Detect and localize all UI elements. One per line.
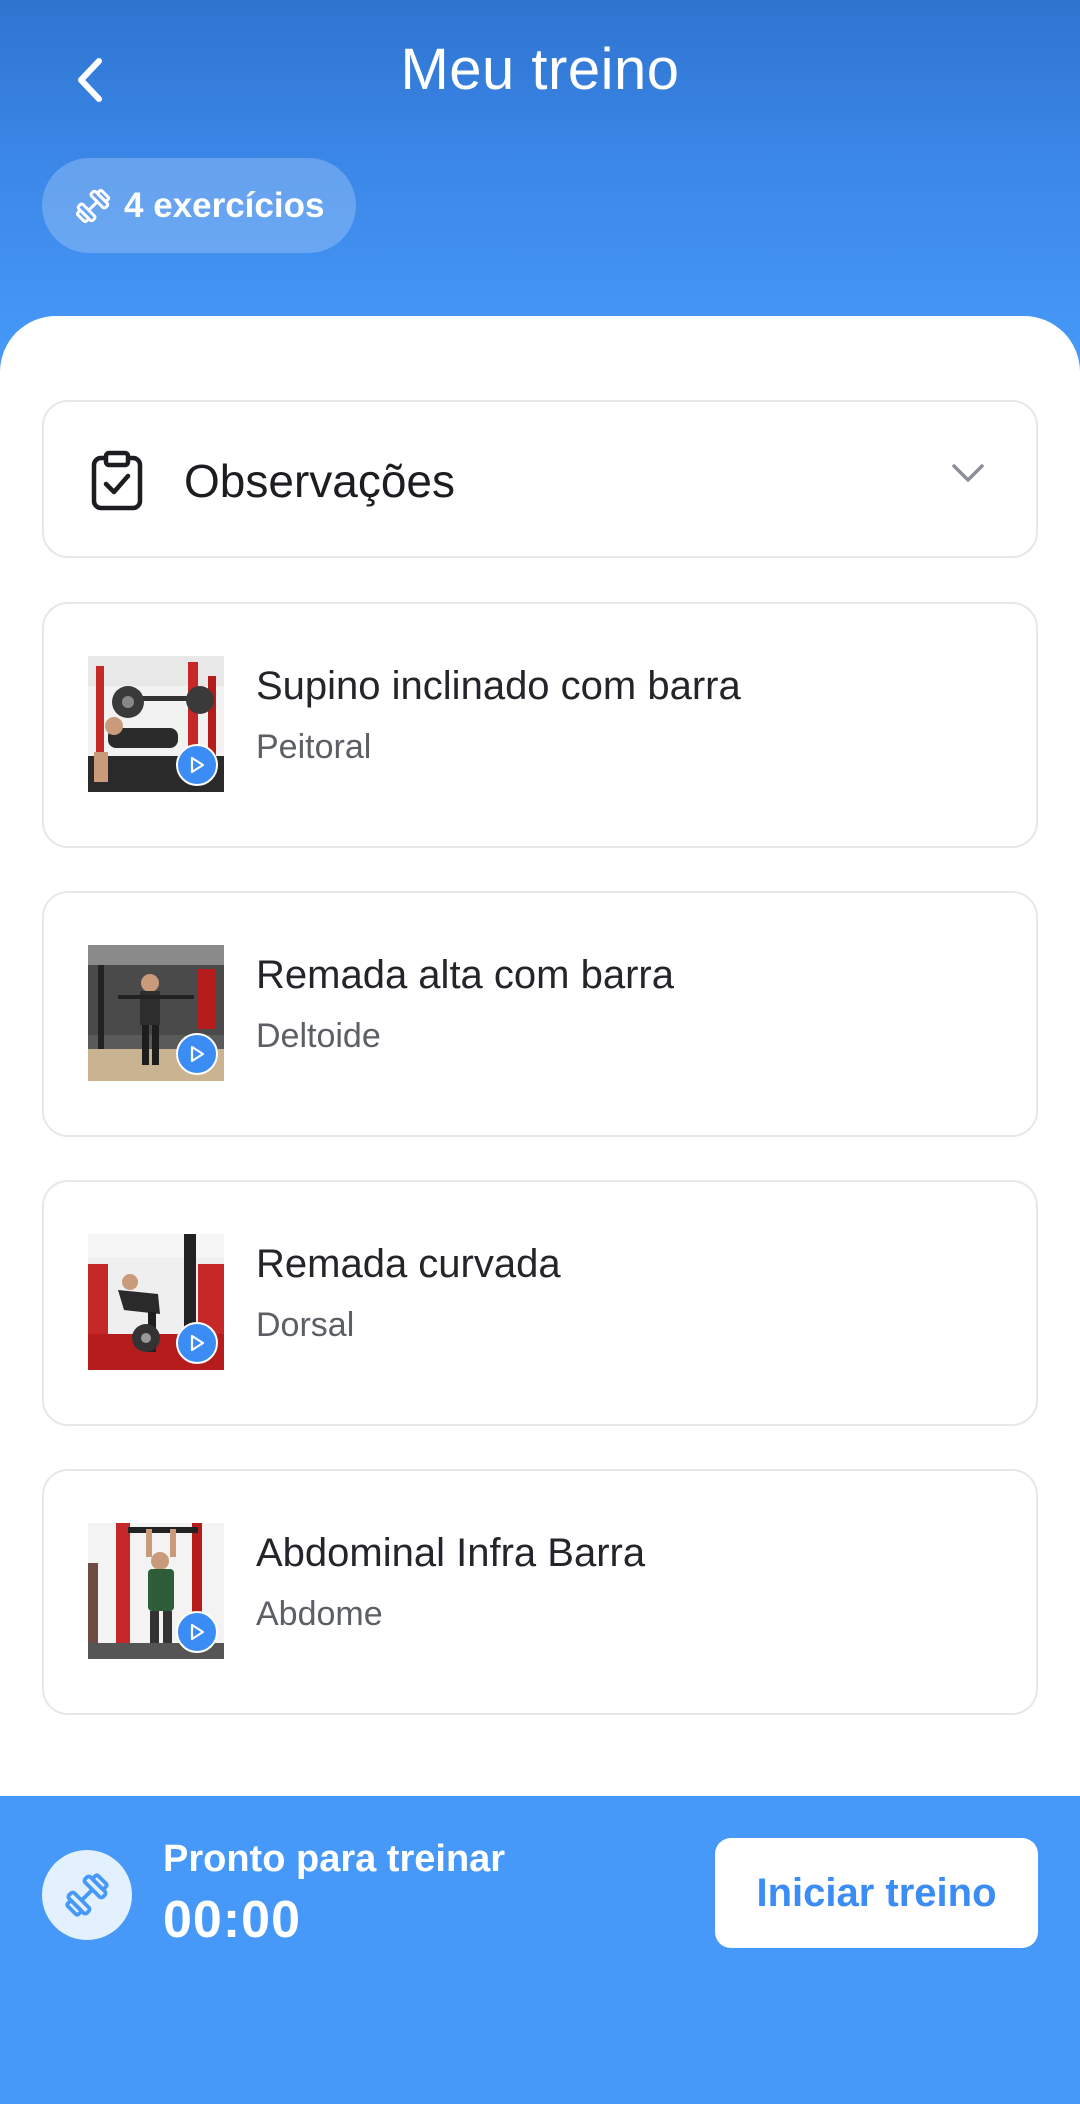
exercise-thumbnail[interactable] (88, 1523, 224, 1659)
clipboard-check-icon (91, 450, 143, 511)
play-icon[interactable] (176, 1611, 218, 1653)
observations-label: Observações (184, 455, 456, 507)
dumbbell-icon (65, 1873, 109, 1917)
exercise-muscle: Peitoral (256, 728, 372, 766)
workout-timer: 00:00 (163, 1891, 301, 1949)
play-icon[interactable] (176, 1033, 218, 1075)
footer-dumbbell-badge (42, 1850, 132, 1940)
exercise-thumbnail[interactable] (88, 1234, 224, 1370)
exercise-name: Remada curvada (256, 1242, 561, 1286)
start-workout-button[interactable]: Iniciar treino (715, 1838, 1038, 1948)
observations-toggle[interactable]: Observações (42, 400, 1038, 558)
exercise-name: Supino inclinado com barra (256, 664, 741, 708)
exercise-name: Abdominal Infra Barra (256, 1531, 646, 1575)
workout-status: Pronto para treinar (163, 1838, 506, 1880)
exercise-muscle: Abdome (256, 1595, 383, 1633)
exercise-count-badge: 4 exercícios (42, 158, 356, 253)
exercise-card[interactable]: Remada alta com barra Deltoide (42, 891, 1038, 1137)
workout-footer: Pronto para treinar 00:00 Iniciar treino (0, 1796, 1080, 2104)
exercise-muscle: Deltoide (256, 1017, 381, 1055)
exercise-card[interactable]: Abdominal Infra Barra Abdome (42, 1469, 1038, 1715)
header: Meu treino 4 exercícios (0, 0, 1080, 360)
exercise-thumbnail[interactable] (88, 656, 224, 792)
exercise-muscle: Dorsal (256, 1306, 355, 1344)
chevron-down-icon (952, 464, 984, 482)
badge-label: 4 exercícios (124, 185, 325, 225)
exercise-card[interactable]: Remada curvada Dorsal (42, 1180, 1038, 1426)
exercise-name: Remada alta com barra (256, 953, 674, 997)
exercise-card[interactable]: Supino inclinado com barra Peitoral (42, 602, 1038, 848)
play-icon[interactable] (176, 744, 218, 786)
exercise-thumbnail[interactable] (88, 945, 224, 1081)
dumbbell-icon (75, 188, 111, 223)
play-icon[interactable] (176, 1322, 218, 1364)
page-title: Meu treino (400, 37, 680, 102)
